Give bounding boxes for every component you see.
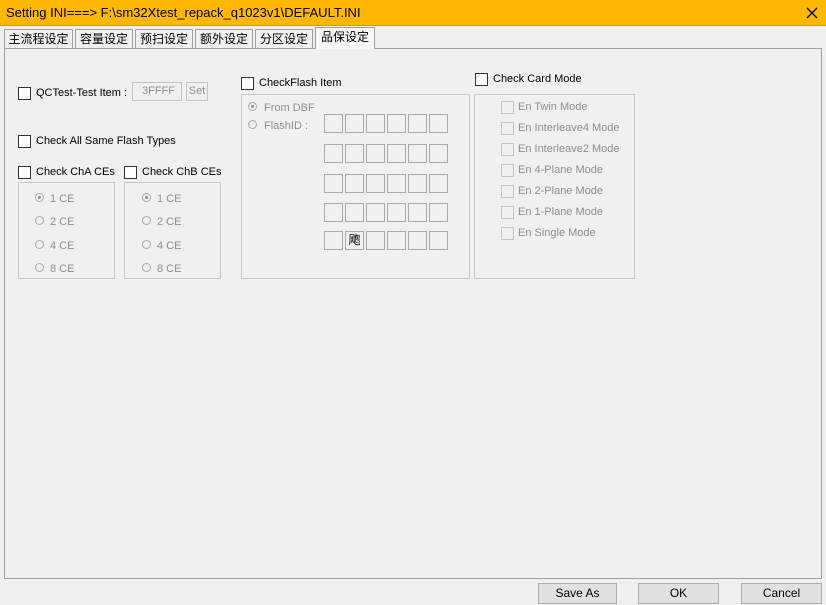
chb-label: Check ChB CEs (142, 166, 222, 178)
plane2-label: En 2-Plane Mode (518, 185, 603, 197)
close-button[interactable] (798, 0, 826, 26)
check-all-same-checkbox[interactable] (18, 135, 31, 148)
from-dbf-radio[interactable] (248, 102, 257, 111)
flash-id-cell[interactable] (408, 114, 427, 133)
flash-id-cell[interactable] (324, 144, 343, 163)
twin-mode-label: En Twin Mode (518, 101, 588, 113)
checkflash-groupbox: From DBF FlashID : 飑 (241, 94, 470, 279)
flash-id-cell[interactable] (366, 114, 385, 133)
flash-id-cell[interactable] (345, 203, 364, 222)
tab-extra[interactable]: 额外设定 (195, 29, 253, 49)
checkflash-checkbox[interactable] (241, 77, 254, 90)
flash-id-cell[interactable] (408, 231, 427, 250)
interleave2-label: En Interleave2 Mode (518, 143, 620, 155)
checkflash-label: CheckFlash Item (259, 77, 342, 89)
card-mode-checkbox[interactable] (475, 73, 488, 86)
flash-id-cell[interactable] (324, 203, 343, 222)
flash-id-cell[interactable] (429, 174, 448, 193)
cha-option-2ce: 2 CE (50, 216, 75, 228)
flash-id-cell[interactable] (387, 231, 406, 250)
cha-radio-1ce[interactable] (35, 193, 44, 202)
chb-radio-8ce[interactable] (142, 263, 151, 272)
cha-radio-8ce[interactable] (35, 263, 44, 272)
flash-id-cell[interactable] (408, 174, 427, 193)
card-mode-groupbox: En Twin Mode En Interleave4 Mode En Inte… (474, 94, 635, 279)
twin-mode-checkbox[interactable] (501, 101, 514, 114)
cha-option-8ce: 8 CE (50, 263, 75, 275)
plane4-label: En 4-Plane Mode (518, 164, 603, 176)
qctest-label: QCTest-Test Item : (36, 87, 128, 99)
ok-button[interactable]: OK (638, 583, 719, 604)
check-all-same-label: Check All Same Flash Types (36, 135, 176, 147)
button-bar: Save As OK Cancel (0, 580, 826, 605)
tab-strip: 主流程设定 容量设定 预扫设定 额外设定 分区设定 品保设定 (4, 27, 822, 49)
flash-id-cell[interactable] (408, 203, 427, 222)
close-icon[interactable] (806, 7, 818, 19)
flash-id-cell[interactable] (429, 144, 448, 163)
chb-radio-4ce[interactable] (142, 240, 151, 249)
plane4-checkbox[interactable] (501, 164, 514, 177)
save-as-button[interactable]: Save As (538, 583, 617, 604)
chb-option-4ce: 4 CE (157, 240, 182, 252)
cha-groupbox: 1 CE 2 CE 4 CE 8 CE (18, 182, 115, 279)
cha-option-4ce: 4 CE (50, 240, 75, 252)
flash-id-cell[interactable] (366, 144, 385, 163)
tab-main-flow[interactable]: 主流程设定 (4, 29, 73, 49)
flash-id-cell[interactable] (345, 144, 364, 163)
flash-id-cell[interactable] (345, 114, 364, 133)
plane2-checkbox[interactable] (501, 185, 514, 198)
chb-option-8ce: 8 CE (157, 263, 182, 275)
interleave4-checkbox[interactable] (501, 122, 514, 135)
cha-radio-4ce[interactable] (35, 240, 44, 249)
tab-quality[interactable]: 品保设定 (315, 27, 375, 49)
flash-id-cell[interactable] (429, 231, 448, 250)
tab-panel-quality: QCTest-Test Item : 3FFFF Set Check All S… (4, 48, 822, 579)
flash-id-cell[interactable] (387, 203, 406, 222)
cha-option-1ce: 1 CE (50, 193, 75, 205)
tab-partition[interactable]: 分区设定 (255, 29, 313, 49)
plane1-label: En 1-Plane Mode (518, 206, 603, 218)
cha-radio-2ce[interactable] (35, 216, 44, 225)
interleave4-label: En Interleave4 Mode (518, 122, 620, 134)
from-dbf-label: From DBF (264, 102, 315, 114)
flash-id-cell[interactable] (387, 114, 406, 133)
flash-id-cell[interactable] (345, 174, 364, 193)
qctest-set-button[interactable]: Set (186, 82, 208, 101)
flash-id-cell[interactable] (429, 114, 448, 133)
window-title: Setting INI===> F:\sm32Xtest_repack_q102… (6, 5, 361, 20)
flash-id-cell[interactable] (324, 114, 343, 133)
card-mode-label: Check Card Mode (493, 73, 582, 85)
flash-id-label: FlashID : (264, 120, 309, 132)
qctest-checkbox[interactable] (18, 87, 31, 100)
single-mode-label: En Single Mode (518, 227, 596, 239)
flash-id-cell[interactable] (366, 203, 385, 222)
tab-prescan[interactable]: 预扫设定 (135, 29, 193, 49)
chb-checkbox[interactable] (124, 166, 137, 179)
qctest-value-field[interactable]: 3FFFF (132, 82, 182, 101)
flash-id-cell[interactable] (387, 174, 406, 193)
cancel-button[interactable]: Cancel (741, 583, 822, 604)
flash-id-cell[interactable] (324, 231, 343, 250)
chb-radio-2ce[interactable] (142, 216, 151, 225)
flash-id-cell[interactable] (324, 174, 343, 193)
flash-id-cell[interactable]: 飑 (345, 231, 364, 250)
chb-option-2ce: 2 CE (157, 216, 182, 228)
flash-id-radio[interactable] (248, 120, 257, 129)
flash-id-cell[interactable] (429, 203, 448, 222)
chb-groupbox: 1 CE 2 CE 4 CE 8 CE (124, 182, 221, 279)
interleave2-checkbox[interactable] (501, 143, 514, 156)
cha-checkbox[interactable] (18, 166, 31, 179)
tab-capacity[interactable]: 容量设定 (75, 29, 133, 49)
single-mode-checkbox[interactable] (501, 227, 514, 240)
plane1-checkbox[interactable] (501, 206, 514, 219)
title-bar: Setting INI===> F:\sm32Xtest_repack_q102… (0, 0, 826, 26)
chb-option-1ce: 1 CE (157, 193, 182, 205)
cha-label: Check ChA CEs (36, 166, 115, 178)
flash-id-cell[interactable] (408, 144, 427, 163)
flash-id-cell[interactable] (387, 144, 406, 163)
flash-id-cell[interactable] (366, 231, 385, 250)
chb-radio-1ce[interactable] (142, 193, 151, 202)
flash-id-cell[interactable] (366, 174, 385, 193)
